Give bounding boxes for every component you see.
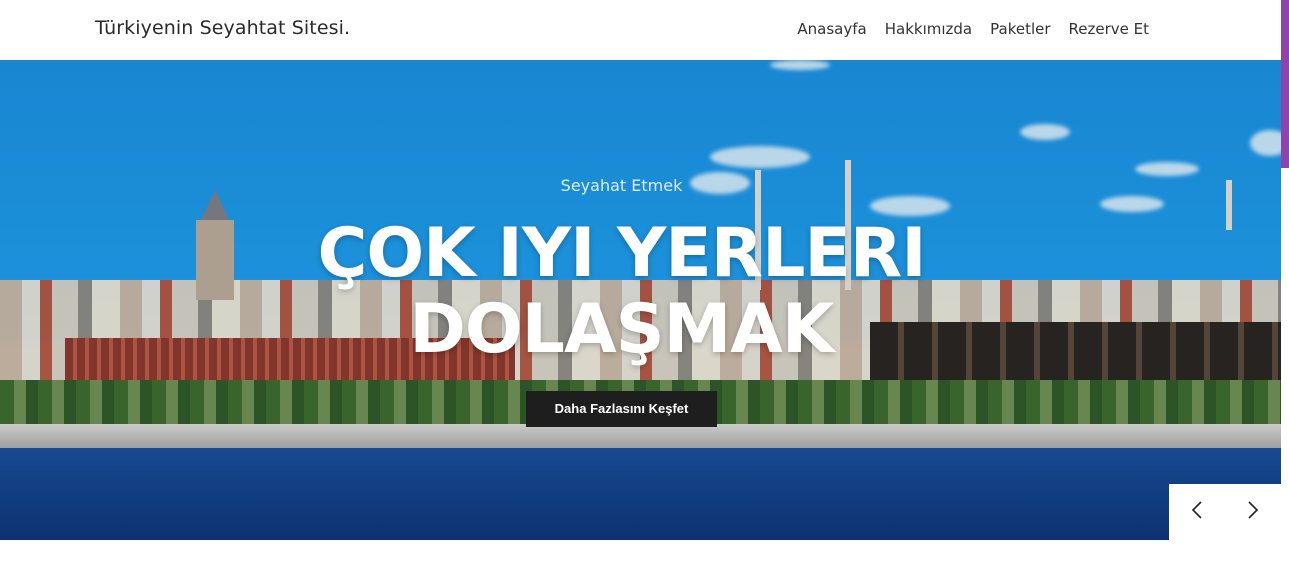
hero-banner: Seyahat Etmek ÇOK IYI YERLERI DOLAŞMAK D… — [0, 60, 1281, 540]
nav-link-paketler[interactable]: Paketler — [990, 20, 1050, 38]
page: Türkiyenin Seyahtat Sitesi. Anasayfa Hak… — [0, 0, 1289, 574]
explore-more-button[interactable]: Daha Fazlasını Keşfet — [526, 391, 717, 427]
nav-link-rezerve-et[interactable]: Rezerve Et — [1069, 20, 1149, 38]
scrollbar-thumb[interactable] — [1281, 0, 1289, 168]
slider-controls — [1169, 484, 1281, 540]
main-nav: Anasayfa Hakkımızda Paketler Rezerve Et — [797, 20, 1149, 38]
hero-headline: ÇOK IYI YERLERI DOLAŞMAK — [0, 216, 1243, 368]
slider-prev-button[interactable] — [1169, 484, 1225, 540]
nav-link-hakkimizda[interactable]: Hakkımızda — [885, 20, 972, 38]
hero-subtitle: Seyahat Etmek — [560, 176, 683, 195]
navbar: Türkiyenin Seyahtat Sitesi. Anasayfa Hak… — [0, 0, 1281, 60]
nav-link-anasayfa[interactable]: Anasayfa — [797, 20, 866, 38]
slider-next-button[interactable] — [1225, 484, 1281, 540]
chevron-left-icon — [1191, 500, 1203, 525]
hero-headline-line-2: DOLAŞMAK — [409, 290, 834, 369]
brand-link[interactable]: Türkiyenin Seyahtat Sitesi. — [95, 17, 350, 39]
page-scrollbar[interactable] — [1281, 0, 1289, 574]
hero-content: Seyahat Etmek ÇOK IYI YERLERI DOLAŞMAK D… — [0, 60, 1243, 540]
chevron-right-icon — [1247, 500, 1259, 525]
hero-headline-line-1: ÇOK IYI YERLERI — [317, 214, 926, 293]
